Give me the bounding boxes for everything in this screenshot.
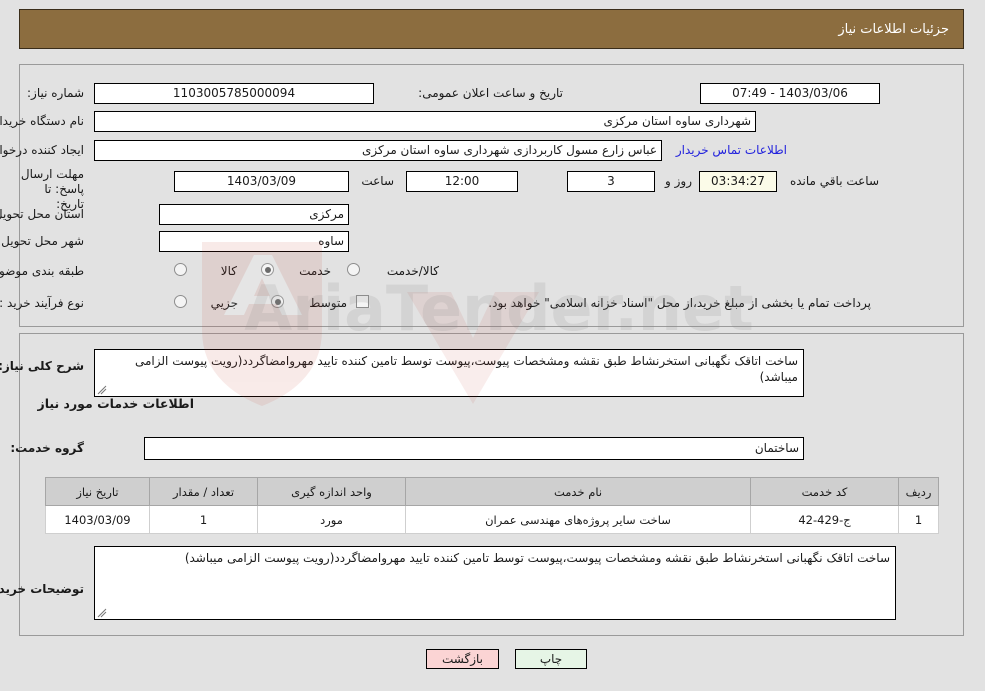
page-header-bar: جزئیات اطلاعات نیاز [20, 9, 965, 49]
buyer-contact-link[interactable]: اطلاعات تماس خریدار [677, 143, 788, 157]
delivery-province-field[interactable]: مرکزی [160, 204, 350, 225]
need-number-label: شماره نیاز: [28, 86, 85, 100]
buyer-org-label: نام دستگاه خریدار: [0, 114, 85, 128]
remaining-days-field[interactable]: 3 [568, 171, 656, 192]
col-header-service-code: کد خدمت [751, 477, 900, 506]
service-group-label: گروه خدمت: [11, 441, 85, 455]
buyer-notes-text: ساخت اتاقک نگهبانی استخرنشاط طبق نقشه وم… [185, 551, 891, 565]
table-row: 1 ج-429-42 ساخت سایر پروژه‌های مهندسی عم… [46, 505, 940, 534]
cell-row-no: 1 [899, 505, 940, 534]
category-label-goods: کالا [221, 264, 238, 278]
remaining-suffix-label: ساعت باقي مانده [790, 174, 880, 188]
islamic-treasury-checkbox[interactable] [357, 295, 370, 308]
purchase-process-label: نوع فرآیند خرید : [0, 296, 85, 310]
days-and-label: روز و [666, 174, 693, 188]
category-radio-goods-service[interactable] [348, 263, 361, 276]
process-label-minor: جزیي [211, 296, 239, 310]
service-group-field[interactable]: ساختمان [145, 437, 805, 460]
cell-service-name: ساخت سایر پروژه‌های مهندسی عمران [406, 505, 752, 534]
process-radio-minor[interactable] [175, 295, 188, 308]
buyer-notes-textarea[interactable]: ساخت اتاقک نگهبانی استخرنشاط طبق نقشه وم… [95, 546, 897, 620]
hour-label: ساعت [362, 174, 395, 188]
request-creator-label: ایجاد کننده درخواست: [0, 143, 85, 157]
col-header-unit: واحد اندازه گیری [258, 477, 407, 506]
cell-need-date: 1403/03/09 [46, 505, 151, 534]
category-label-goods-service: کالا/خدمت [387, 264, 440, 278]
page-title: جزئیات اطلاعات نیاز [839, 21, 950, 37]
public-announce-label: تاریخ و ساعت اعلان عمومی: [419, 86, 564, 100]
buyer-notes-label: توضیحات خریدار: [0, 582, 85, 596]
category-label-service: خدمت [300, 264, 332, 278]
general-description-text: ساخت اتاقک نگهبانی استخرنشاط طبق نقشه وم… [136, 354, 799, 384]
cell-quantity: 1 [150, 505, 259, 534]
deadline-time-field[interactable]: 12:00 [407, 171, 519, 192]
process-radio-medium[interactable] [272, 295, 285, 308]
delivery-city-label: شهر محل تحویل: [0, 234, 85, 248]
request-creator-field[interactable]: عباس زارع مسول کاربردازی شهرداری ساوه اس… [95, 140, 663, 161]
delivery-city-field[interactable]: ساوه [160, 231, 350, 252]
col-header-row-no: ردیف [899, 477, 940, 506]
category-radio-goods[interactable] [175, 263, 188, 276]
table-header-row: ردیف کد خدمت نام خدمت واحد اندازه گیری ت… [46, 477, 940, 506]
process-label-medium: متوسط [310, 296, 348, 310]
resize-grip-icon [98, 385, 108, 395]
col-header-quantity: تعداد / مقدار [150, 477, 259, 506]
need-number-field[interactable]: 1103005785000094 [95, 83, 375, 104]
services-section-title: اطلاعات خدمات مورد نیاز [38, 396, 196, 411]
delivery-province-label: استان محل تحویل: [0, 207, 85, 221]
services-table: ردیف کد خدمت نام خدمت واحد اندازه گیری ت… [46, 477, 940, 534]
public-announce-field[interactable]: 1403/03/06 - 07:49 [701, 83, 881, 104]
deadline-date-field[interactable]: 1403/03/09 [175, 171, 350, 192]
islamic-treasury-label: پرداخت تمام یا بخشی از مبلغ خرید،از محل … [489, 296, 872, 310]
general-description-label: شرح کلی نیاز: [0, 359, 85, 373]
reply-deadline-label: مهلت ارسال پاسخ: تا تاریخ: [21, 167, 85, 211]
print-button[interactable]: چاپ [516, 649, 588, 669]
cell-unit: مورد [258, 505, 407, 534]
cell-service-code: ج-429-42 [751, 505, 900, 534]
category-label: طبقه بندی موضوعی: [0, 264, 85, 278]
resize-grip-icon [98, 608, 108, 618]
col-header-need-date: تاریخ نیاز [46, 477, 151, 506]
col-header-service-name: نام خدمت [406, 477, 752, 506]
back-button[interactable]: بازگشت [427, 649, 500, 669]
remaining-time-field: 03:34:27 [700, 171, 778, 192]
category-radio-service[interactable] [262, 263, 275, 276]
general-description-textarea[interactable]: ساخت اتاقک نگهبانی استخرنشاط طبق نقشه وم… [95, 349, 805, 397]
buyer-org-field[interactable]: شهرداری ساوه استان مرکزی [95, 111, 757, 132]
